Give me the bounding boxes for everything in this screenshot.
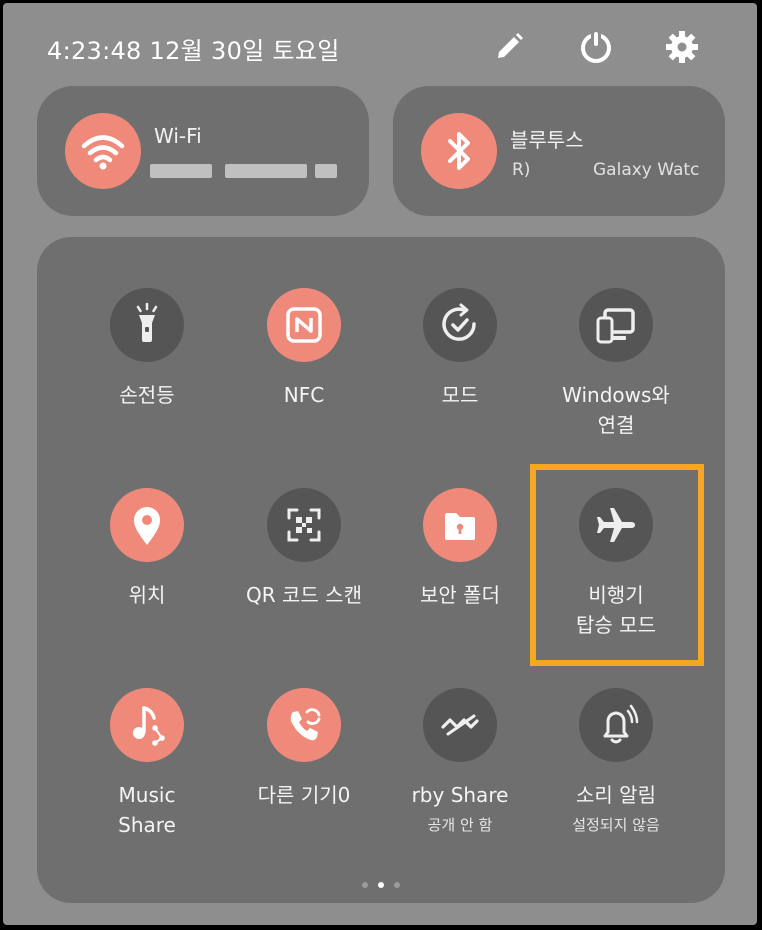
bluetooth-device-1: R) — [512, 160, 531, 180]
nfc-toggle[interactable] — [267, 288, 341, 362]
qr-scan-toggle[interactable] — [267, 488, 341, 562]
wifi-card[interactable]: Wi-Fi — [37, 86, 369, 216]
secure-folder-toggle[interactable] — [423, 488, 497, 562]
wifi-icon — [81, 135, 125, 170]
windows-link-toggle[interactable] — [579, 288, 653, 362]
secure-folder-icon — [445, 513, 475, 540]
gear-icon[interactable] — [662, 27, 702, 67]
wifi-network-redacted — [150, 164, 212, 178]
pencil-icon[interactable] — [489, 27, 529, 67]
wifi-toggle[interactable] — [65, 113, 141, 189]
bluetooth-icon — [448, 132, 470, 170]
flashlight-icon — [136, 302, 158, 342]
bluetooth-toggle[interactable] — [421, 113, 497, 189]
sound-alert-icon — [603, 704, 639, 744]
wifi-title: Wi-Fi — [154, 124, 202, 148]
mode-icon — [442, 303, 476, 341]
status-bar: 4:23:48 12월 30일 토요일 — [3, 3, 757, 88]
highlight-box — [530, 464, 704, 666]
bluetooth-device-2: Galaxy Watc — [593, 160, 700, 180]
sound-alert-toggle[interactable] — [579, 688, 653, 762]
call-other-device-icon — [290, 708, 321, 741]
bluetooth-title: 블루투스 — [510, 128, 584, 152]
page-indicator[interactable] — [357, 880, 407, 890]
tile-label: 소리 알림 — [576, 783, 656, 807]
page-dot[interactable] — [362, 882, 368, 888]
page-dot[interactable] — [394, 882, 400, 888]
location-toggle[interactable] — [110, 488, 184, 562]
tile-label: Windows와 연결 — [562, 383, 670, 437]
call-other-device-toggle[interactable] — [267, 688, 341, 762]
qr-scan-icon — [287, 508, 321, 542]
bluetooth-card[interactable]: 블루투스 R) Galaxy Watc — [393, 86, 725, 216]
location-icon — [134, 507, 160, 545]
quick-settings-panel: 4:23:48 12월 30일 토요일 Wi-Fi 블루투스 R) Galaxy… — [3, 3, 757, 925]
nearby-share-icon — [441, 714, 479, 736]
tile-sub-label: 설정되지 않음 — [572, 816, 660, 834]
flashlight-toggle[interactable] — [110, 288, 184, 362]
wifi-network-redacted — [315, 164, 337, 178]
mode-toggle[interactable] — [423, 288, 497, 362]
nearby-share-toggle[interactable] — [423, 688, 497, 762]
nfc-icon — [286, 307, 322, 343]
wifi-network-redacted — [225, 164, 307, 178]
power-icon[interactable] — [576, 27, 616, 67]
clock-date: 4:23:48 12월 30일 토요일 — [47, 37, 340, 65]
music-share-icon — [133, 706, 165, 746]
music-share-toggle[interactable] — [110, 688, 184, 762]
windows-link-icon — [596, 308, 635, 344]
page-dot-active[interactable] — [378, 882, 384, 888]
